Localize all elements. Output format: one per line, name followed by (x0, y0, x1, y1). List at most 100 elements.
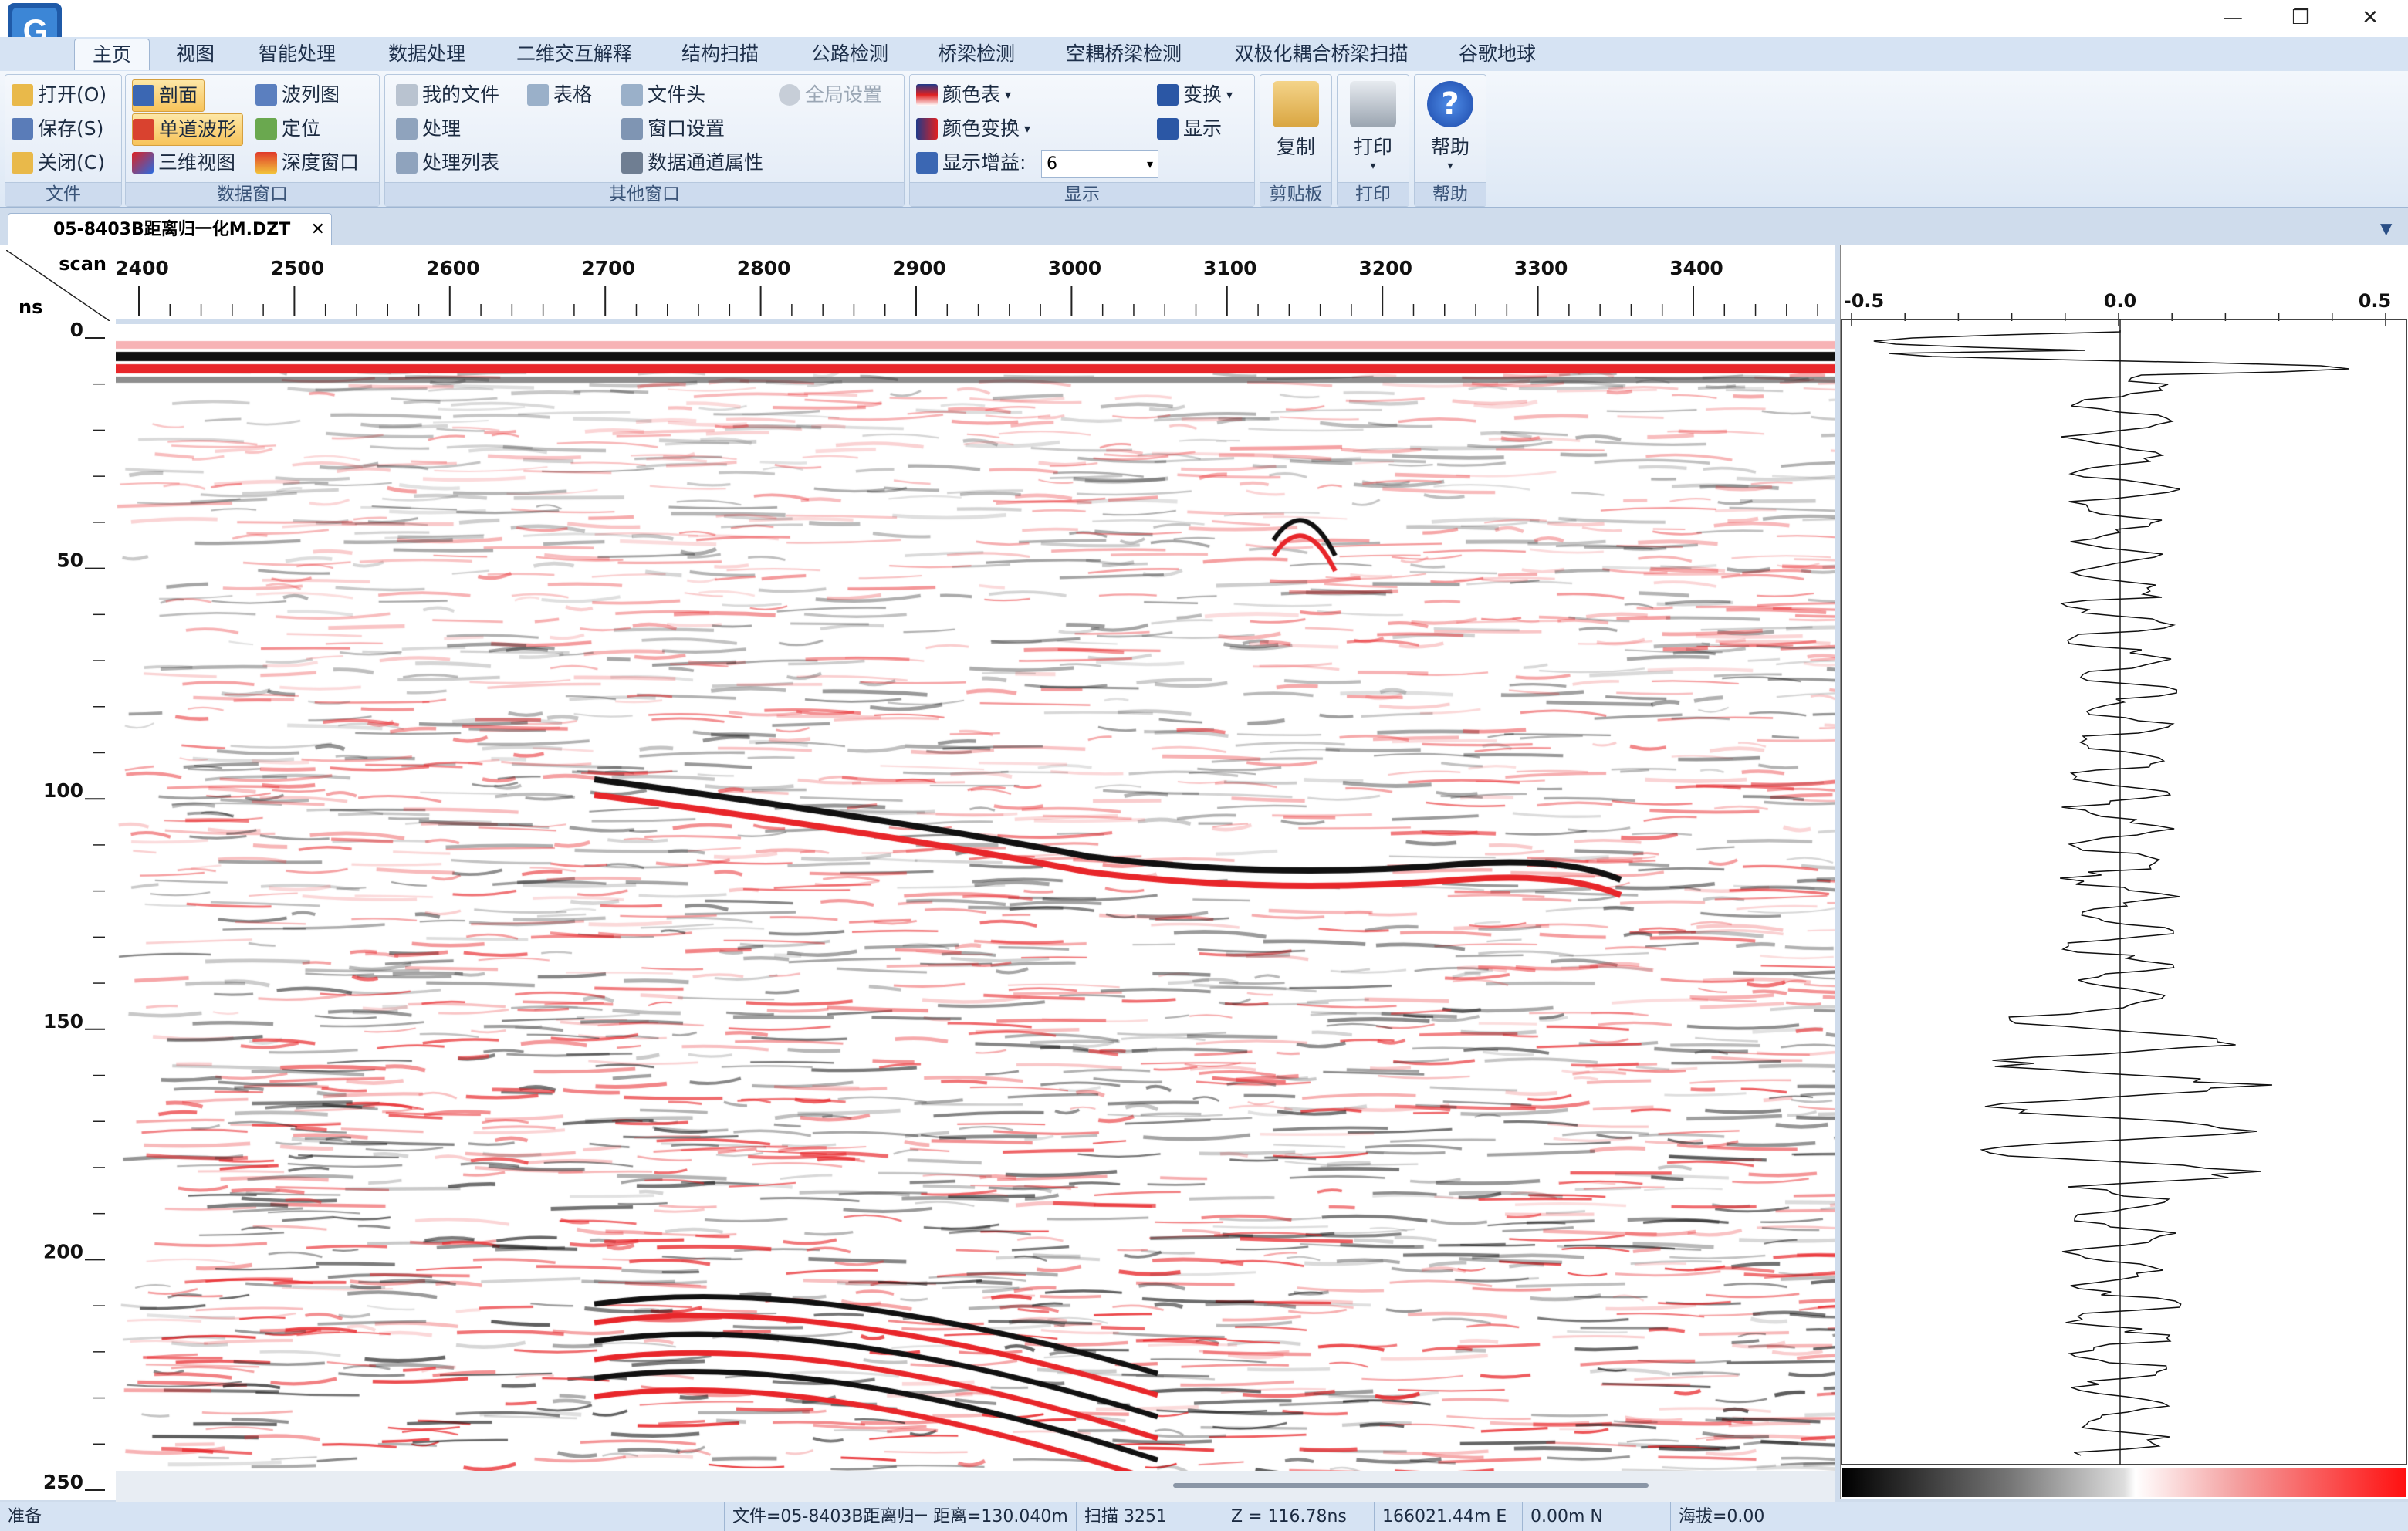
file-header-icon (621, 84, 643, 106)
ribbon-tab-row (0, 37, 2408, 72)
ns-axis-label: ns (19, 296, 43, 318)
data-channel-button[interactable]: 数据通道属性 (621, 147, 763, 178)
status-file: 文件=05-8403B距离归一 (724, 1502, 927, 1531)
tab-overflow-icon[interactable]: ▼ (2380, 219, 2392, 238)
close-tab-icon[interactable]: ✕ (311, 214, 325, 246)
process-list-button[interactable]: 处理列表 (396, 147, 499, 178)
tab-road-inspection[interactable]: 公路检测 (800, 39, 900, 69)
color-transform-icon (916, 118, 938, 140)
process-button[interactable]: 处理 (396, 113, 461, 144)
scan-tick-label: 2400 (116, 257, 169, 279)
tab-home[interactable]: 主页 (74, 39, 150, 70)
gear-icon (621, 152, 643, 174)
time-tick-label: 250 (43, 1471, 83, 1493)
scan-tick-label: 2500 (271, 257, 325, 279)
display-gain-label: 显示增益: (916, 147, 1026, 178)
scan-tick-label: 2700 (581, 257, 635, 279)
tab-2d-interpretation[interactable]: 二维交互解释 (506, 39, 642, 69)
group-other-window: 我的文件 处理 处理列表 表格 文件头 窗口设置 数据通道属性 全局设置 其他窗… (384, 74, 905, 207)
group-display-label: 显示 (910, 182, 1254, 206)
status-scan: 扫描 3251 (1076, 1502, 1226, 1531)
document-tab-title: 05-8403B距离归一化M.DZT (53, 220, 291, 239)
transform-dropdown[interactable]: 变换 ▾ (1157, 79, 1233, 110)
wiggle-button[interactable]: 波列图 (255, 79, 340, 110)
amplitude-tick-label: 0.0 (2104, 290, 2137, 312)
document-tab[interactable]: 05-8403B距离归一化M.DZT ✕ (8, 213, 332, 246)
tab-bridge-inspection[interactable]: 桥梁检测 (926, 39, 1026, 69)
group-other-window-label: 其他窗口 (385, 182, 904, 206)
status-elevation: 海拔=0.00 (1670, 1502, 1833, 1531)
radargram[interactable] (116, 324, 1835, 1471)
profile-button[interactable]: 剖面 (132, 79, 205, 112)
scan-axis-svg: 2400 2500 2600 2700 2800 2900 3000 3100 3200 3300… (115, 257, 1818, 316)
globe-settings-icon (779, 84, 800, 106)
tab-google-earth[interactable]: 谷歌地球 (1451, 39, 1544, 69)
restore-button[interactable]: ❐ (2266, 0, 2335, 35)
open-button[interactable]: 打开(O) (12, 79, 107, 110)
radar-profile-canvas[interactable] (116, 324, 1835, 1471)
locate-button[interactable]: 定位 (255, 113, 320, 144)
file-header-button[interactable]: 文件头 (621, 79, 705, 110)
save-button[interactable]: 保存(S) (12, 113, 103, 144)
window-settings-button[interactable]: 窗口设置 (621, 113, 725, 144)
time-axis: 0 50 100 150 200 250 (0, 245, 116, 1500)
tab-aircoupled-bridge[interactable]: 空耦桥梁检测 (1054, 39, 1193, 69)
list-icon (396, 152, 418, 174)
gain-select[interactable]: 6 ▾ (1041, 150, 1158, 178)
group-print: 打印 ▾ 打印 (1337, 74, 1409, 207)
close-file-button[interactable]: 关闭(C) (12, 147, 105, 178)
tab-dual-polar-bridge[interactable]: 双极化耦合桥梁扫描 (1221, 39, 1422, 69)
status-easting: 166021.44m E (1374, 1502, 1526, 1531)
scrollbar-thumb[interactable] (1173, 1483, 1649, 1488)
process-icon (396, 118, 418, 140)
scan-tick-label: 3000 (1048, 257, 1102, 279)
chevron-down-icon: ▾ (1370, 160, 1376, 172)
tab-data-processing[interactable]: 数据处理 (377, 39, 477, 69)
tab-structure-scan[interactable]: 结构扫描 (670, 39, 770, 69)
global-settings-button[interactable]: 全局设置 (779, 79, 882, 110)
save-icon (12, 118, 33, 140)
copy-button[interactable]: 复制 (1263, 78, 1329, 178)
depth-window-button[interactable]: 深度窗口 (255, 147, 359, 178)
show-button[interactable]: 显示 (1157, 113, 1222, 144)
status-distance: 距离=130.040m (925, 1502, 1080, 1531)
axis-corner: scan ns (6, 250, 110, 321)
3d-view-button[interactable]: 三维视图 (132, 147, 235, 178)
help-button[interactable]: ? 帮助 ▾ (1417, 78, 1483, 178)
minimize-button[interactable]: — (2198, 0, 2268, 35)
chevron-down-icon: ▾ (1447, 160, 1453, 172)
window-settings-icon (621, 118, 643, 140)
group-help-label: 帮助 (1415, 182, 1486, 206)
status-z: Z = 116.78ns (1223, 1502, 1378, 1531)
time-tick-label: 200 (43, 1240, 83, 1262)
single-trace-button[interactable]: 单道波形 (132, 113, 244, 146)
table-button[interactable]: 表格 (527, 79, 592, 110)
scan-axis: 2400 2500 2600 2700 2800 2900 3000 3100 3200 3300… (115, 245, 1835, 319)
single-trace-panel[interactable]: -0.5 0.0 0.5 (1840, 245, 2408, 1499)
chevron-down-icon: ▾ (1024, 121, 1031, 136)
time-tick-label: 150 (43, 1010, 83, 1032)
color-transform-dropdown[interactable]: 颜色变换 ▾ (916, 113, 1030, 144)
depth-icon (255, 152, 277, 174)
color-table-dropdown[interactable]: 颜色表 ▾ (916, 79, 1011, 110)
chevron-down-icon: ▾ (1005, 87, 1012, 102)
group-data-window-label: 数据窗口 (126, 182, 379, 206)
close-window-button[interactable]: ✕ (2335, 0, 2405, 35)
tab-smart-processing[interactable]: 智能处理 (247, 39, 347, 69)
transform-icon (1157, 84, 1179, 106)
status-ready: 准备 (8, 1507, 42, 1526)
color-table-icon (916, 84, 938, 106)
my-files-button[interactable]: 我的文件 (396, 79, 499, 110)
horizontal-scrollbar[interactable] (116, 1471, 1835, 1502)
tab-view[interactable]: 视图 (161, 39, 230, 69)
chevron-down-icon: ▾ (1146, 157, 1153, 171)
group-file-label: 文件 (5, 182, 121, 206)
scan-tick-label: 3400 (1669, 257, 1723, 279)
color-scale-bar (1842, 1468, 2406, 1497)
trace-frame (1841, 319, 2407, 1465)
document-tab-bar (0, 208, 2408, 245)
print-button[interactable]: 打印 ▾ (1340, 78, 1406, 178)
clipboard-icon (1273, 81, 1319, 127)
status-bar: 准备 文件=05-8403B距离归一 距离=130.040m 扫描 3251 Z… (0, 1502, 2408, 1531)
title-bar (0, 0, 2408, 37)
